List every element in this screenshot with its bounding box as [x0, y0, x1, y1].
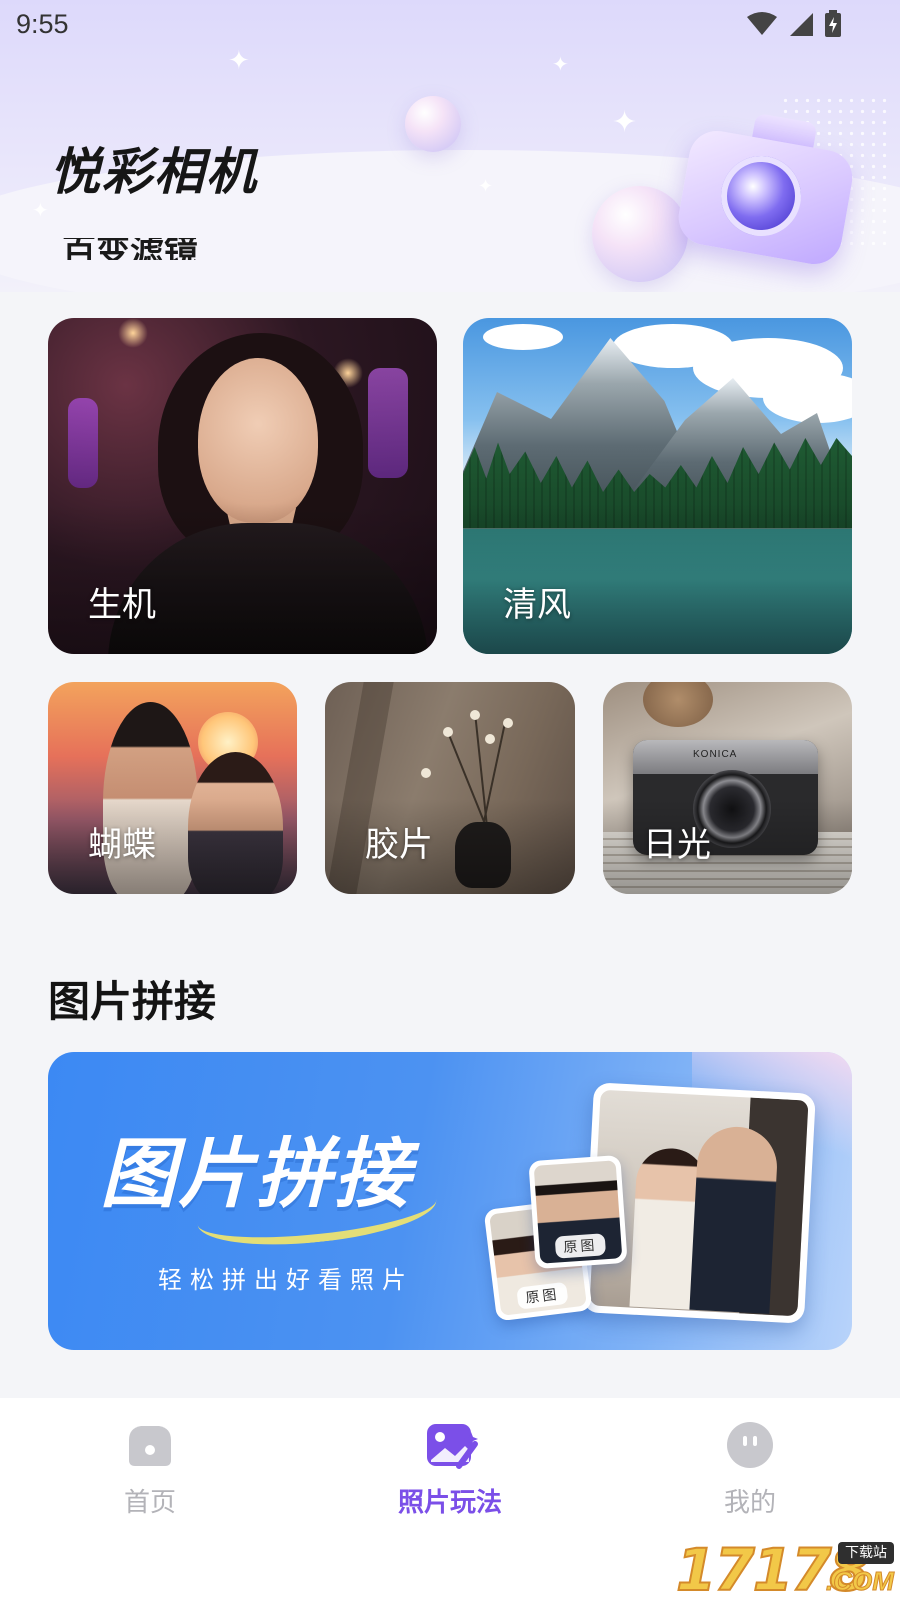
battery-charging-icon [825, 10, 841, 37]
filters-section-title: 百变滤镜 [62, 238, 198, 260]
original-tag: 原图 [554, 1233, 607, 1259]
filter-card-riguang[interactable]: KONICA 日光 [603, 682, 852, 894]
filter-card-label: 清风 [503, 585, 571, 625]
status-bar: 9:55 [0, 0, 900, 50]
nav-item-home[interactable]: 首页 [70, 1422, 230, 1519]
filter-card-label: 胶片 [365, 825, 433, 865]
status-time: 9:55 [16, 9, 69, 39]
sparkle-icon: ✦ [552, 52, 569, 76]
sparkle-icon: ✦ [32, 198, 49, 222]
wifi-icon [747, 12, 777, 35]
nav-item-photo-play[interactable]: 照片玩法 [370, 1422, 530, 1519]
original-tag: 原图 [516, 1281, 569, 1310]
filter-card-label: 日光 [643, 825, 711, 865]
collage-banner[interactable]: 图片拼接 轻松拼出好看照片 原图 原图 [48, 1052, 852, 1350]
watermark-domain: .COM [826, 1566, 895, 1597]
filter-card-hudie[interactable]: 蝴蝶 [48, 682, 297, 894]
watermark-tag: 下载站 [838, 1542, 894, 1564]
bubble-decoration [405, 96, 461, 152]
sparkle-icon: ✦ [478, 176, 494, 197]
cellular-signal-icon [790, 13, 813, 36]
filter-card-jiaopian[interactable]: 胶片 [325, 682, 575, 894]
original-photo-man: 原图 [528, 1154, 628, 1270]
bubble-decoration [592, 186, 688, 282]
banner-title: 图片拼接 [100, 1129, 412, 1218]
nav-item-mine[interactable]: 我的 [670, 1422, 830, 1519]
sparkle-icon: ✦ [612, 105, 638, 140]
nav-label: 我的 [723, 1488, 776, 1518]
profile-face-icon [725, 1422, 775, 1468]
nav-label: 首页 [123, 1488, 176, 1518]
filter-card-shengji[interactable]: 生机 [48, 318, 437, 654]
camera-illustration-icon [674, 112, 857, 269]
collage-section-title: 图片拼接 [48, 977, 217, 1026]
camera-brand-label: KONICA [693, 749, 738, 760]
site-watermark-logo: 17178 下载站 .COM [675, 1535, 896, 1600]
filter-card-label: 生机 [88, 585, 156, 625]
filter-card-qingfeng[interactable]: 清风 [463, 318, 852, 654]
photo-magic-icon [425, 1422, 478, 1469]
sparkle-icon: ✦ [228, 46, 250, 76]
filter-card-label: 蝴蝶 [88, 825, 156, 865]
nav-label: 照片玩法 [397, 1488, 502, 1518]
app-title: 悦彩相机 [50, 143, 258, 201]
home-icon [125, 1422, 175, 1468]
banner-subtitle: 轻松拼出好看照片 [158, 1266, 414, 1294]
